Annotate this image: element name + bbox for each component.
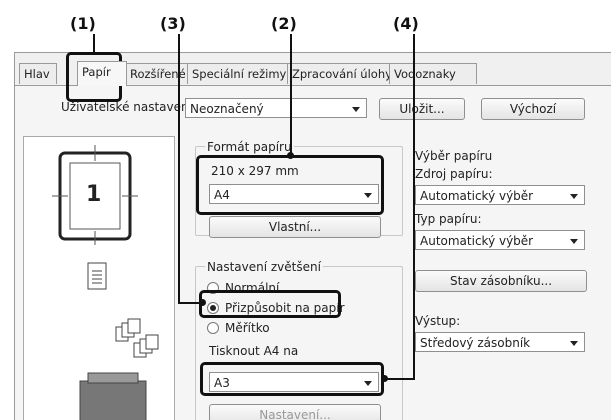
printer-icon	[79, 372, 147, 420]
chevron-down-icon	[570, 239, 578, 244]
leader-line-2	[290, 34, 292, 156]
tab-special-modes[interactable]: Speciální režimy	[187, 63, 289, 84]
paper-type-label: Typ papíru:	[415, 212, 482, 226]
zoom-settings-button[interactable]: Nastavení...	[209, 404, 381, 420]
user-settings-label: Uživatelské nastavení:	[61, 100, 196, 114]
tab-job-handling[interactable]: Zpracování úlohy	[287, 63, 391, 84]
print-on-label: Tisknout A4 na	[209, 344, 299, 358]
leader-line-4-horizontal	[384, 378, 414, 380]
preview-graphics	[52, 145, 159, 420]
callout-1: (1)	[70, 14, 96, 33]
chevron-down-icon	[570, 194, 578, 199]
custom-size-button[interactable]: Vlastní...	[209, 216, 381, 238]
output-select[interactable]: Středový zásobník	[415, 332, 585, 352]
callout-4: (4)	[393, 14, 419, 33]
preview-page-number: 1	[86, 182, 102, 207]
output-label: Výstup:	[415, 314, 461, 328]
highlight-fit-to-paper	[199, 290, 341, 318]
leader-dot-3	[199, 299, 206, 306]
tab-bar: Hlav Papír Rozšířené Speciální režimy Zp…	[15, 61, 611, 86]
leader-line-1	[93, 34, 95, 54]
tab-paper[interactable]: Papír	[77, 61, 127, 86]
paper-source-label: Zdroj papíru:	[415, 167, 493, 181]
chevron-down-icon	[570, 341, 578, 346]
paper-size-group-label: Formát papíru	[205, 140, 294, 154]
leader-line-4-vertical	[413, 34, 415, 380]
tab-main[interactable]: Hlav	[19, 63, 57, 84]
output-value: Středový zásobník	[420, 336, 531, 350]
callout-3: (3)	[160, 14, 186, 33]
paper-source-value: Automatický výběr	[420, 189, 534, 203]
zoom-scale-label: Měřítko	[225, 321, 270, 335]
user-settings-select[interactable]: Neoznačený	[185, 98, 367, 118]
zoom-scale-radio[interactable]	[207, 322, 219, 334]
tray-status-button[interactable]: Stav zásobníku...	[415, 270, 587, 292]
chevron-down-icon	[352, 107, 360, 112]
document-icon	[87, 262, 107, 290]
paper-source-select[interactable]: Automatický výběr	[415, 185, 585, 205]
user-settings-value: Neoznačený	[190, 102, 264, 116]
paper-type-select[interactable]: Automatický výběr	[415, 230, 585, 250]
default-button[interactable]: Výchozí	[481, 98, 585, 120]
leader-line-3-vertical	[178, 34, 180, 304]
leader-dot-4	[381, 375, 388, 382]
zoom-settings-group-label: Nastavení zvětšení	[205, 260, 323, 274]
tab-watermarks[interactable]: Vodoznaky	[389, 63, 477, 84]
save-button[interactable]: Uložit...	[379, 98, 465, 120]
pages-stack-icon	[115, 318, 159, 358]
paper-type-value: Automatický výběr	[420, 234, 534, 248]
preview-pane: 1	[23, 136, 175, 420]
paper-selection-group-label: Výběr papíru	[415, 149, 493, 163]
callout-2: (2)	[271, 14, 297, 33]
highlight-paper-size	[196, 155, 384, 215]
highlight-print-on-select	[200, 362, 384, 396]
leader-dot-2	[287, 152, 294, 159]
